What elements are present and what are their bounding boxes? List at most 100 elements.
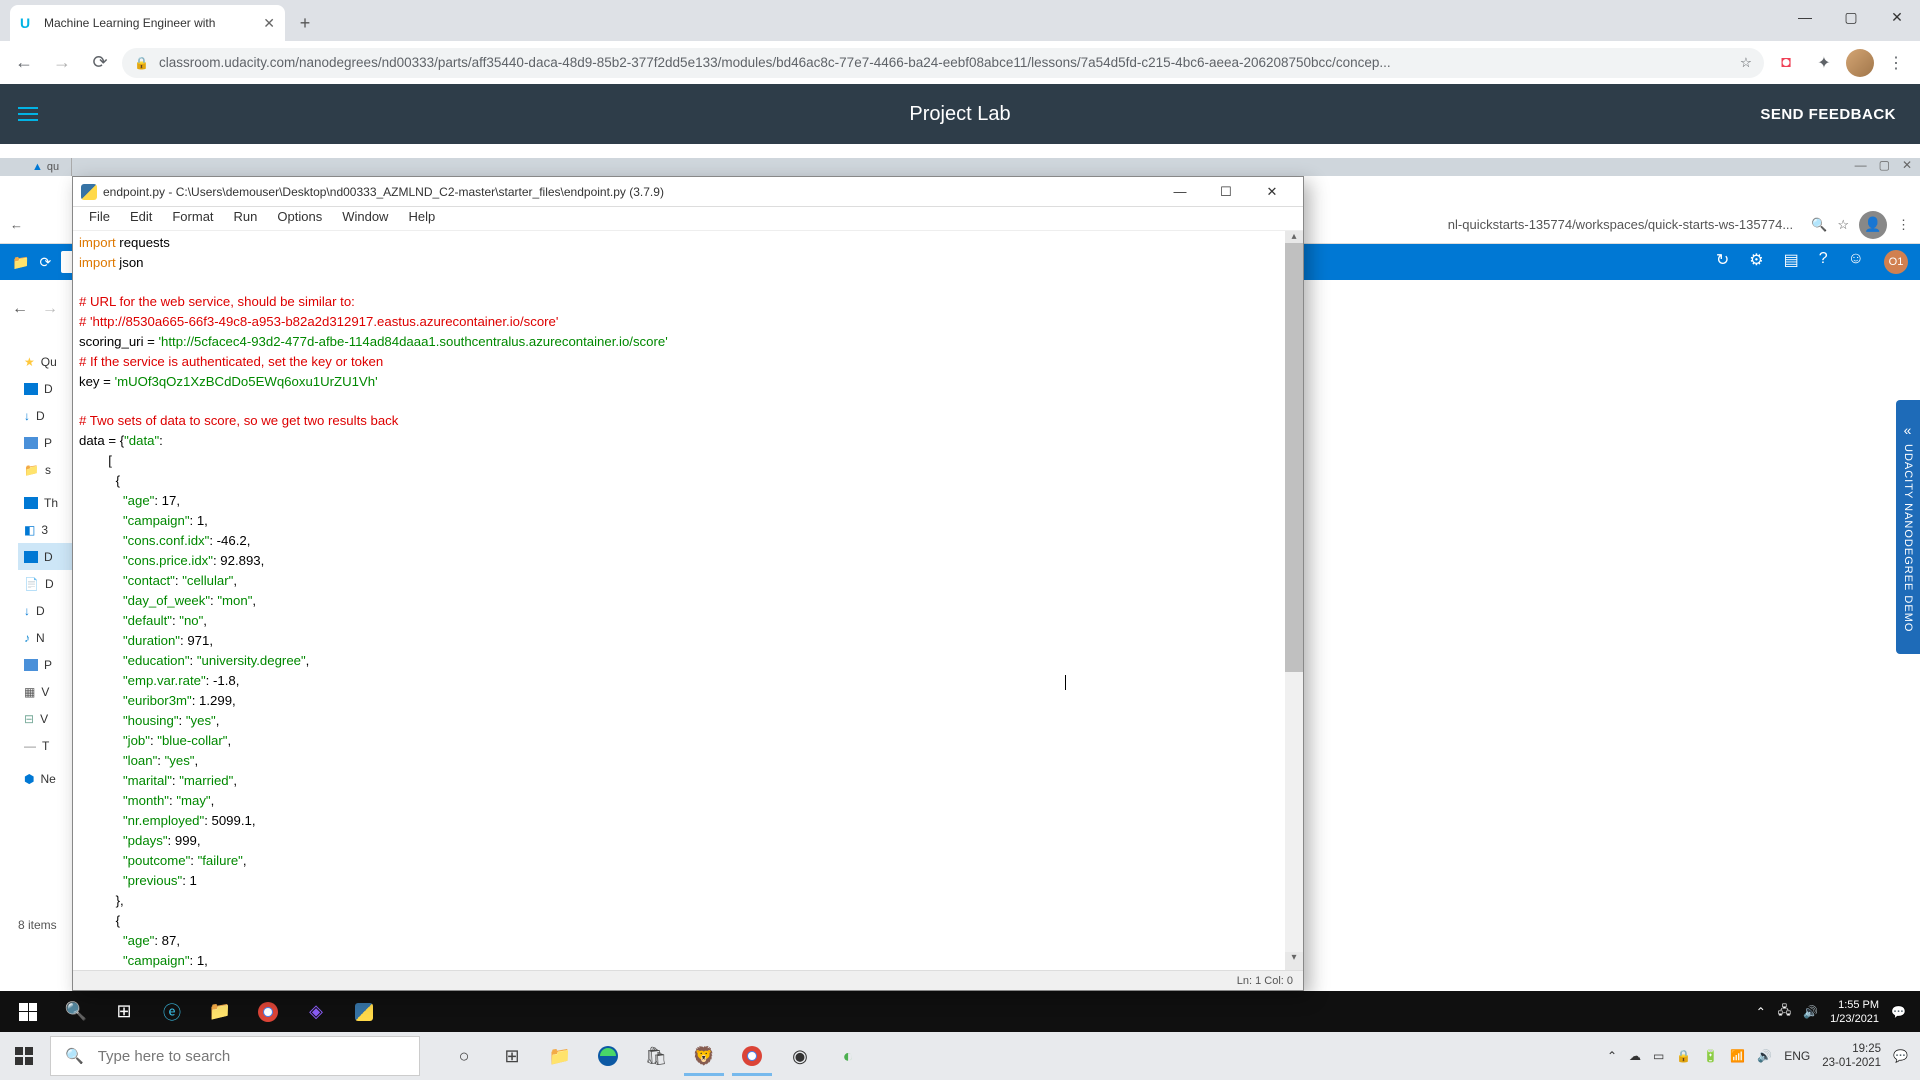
chrome-taskbar-icon[interactable] [728, 1036, 776, 1076]
tree-item[interactable]: —T [24, 732, 74, 759]
back-button[interactable]: ← [8, 47, 40, 79]
tray-volume-icon[interactable]: 🔊 [1803, 1005, 1818, 1019]
edge-icon[interactable] [584, 1036, 632, 1076]
explorer-forward-button[interactable]: → [42, 300, 58, 318]
store-icon[interactable]: 🛍 [632, 1036, 680, 1076]
tray-notifications-icon[interactable]: 💬 [1891, 1005, 1906, 1019]
menu-file[interactable]: File [79, 207, 120, 230]
tray-notifications-icon[interactable]: 💬 [1893, 1049, 1908, 1063]
inner-minimize-button[interactable]: — [1855, 158, 1867, 172]
tray-security-icon[interactable]: 🔒 [1676, 1049, 1691, 1063]
explorer-icon[interactable]: 📁 [196, 992, 244, 1032]
tree-item[interactable]: 📄D [24, 570, 74, 597]
inner-profile-avatar[interactable]: 👤 [1859, 211, 1887, 239]
vm-clock[interactable]: 1:55 PM1/23/2021 [1830, 998, 1879, 1026]
host-start-button[interactable] [0, 1032, 48, 1080]
send-feedback-button[interactable]: SEND FEEDBACK [1760, 106, 1896, 123]
tray-battery-icon[interactable]: 🔋 [1703, 1049, 1718, 1063]
idle-maximize-button[interactable]: ☐ [1203, 178, 1249, 206]
close-button[interactable]: ✕ [1874, 0, 1920, 34]
github-icon[interactable]: ◉ [776, 1036, 824, 1076]
star-icon[interactable]: ☆ [1740, 55, 1752, 71]
notebook-icon[interactable]: ▤ [1784, 250, 1799, 274]
idle-minimize-button[interactable]: — [1157, 178, 1203, 206]
menu-window[interactable]: Window [332, 207, 398, 230]
tree-item[interactable]: P [24, 651, 74, 678]
udacity-demo-side-tab[interactable]: UDACITY NANODEGREE DEMO [1896, 400, 1920, 654]
idle-titlebar[interactable]: endpoint.py - C:\Users\demouser\Desktop\… [73, 177, 1303, 207]
tree-item[interactable]: Th [24, 489, 74, 516]
menu-help[interactable]: Help [398, 207, 445, 230]
forward-button[interactable]: → [46, 47, 78, 79]
chrome-icon[interactable] [244, 992, 292, 1032]
tray-onedrive-icon[interactable]: ☁ [1629, 1049, 1641, 1063]
inner-search-icon[interactable]: 🔍 [1811, 217, 1827, 233]
tray-network-icon[interactable]: 🖧 [1778, 1001, 1791, 1022]
inner-menu-icon[interactable]: ⋮ [1897, 217, 1910, 233]
brave-icon[interactable]: 🦁 [680, 1036, 728, 1076]
taskview-icon[interactable]: ⊞ [488, 1036, 536, 1076]
vm-search-button[interactable]: 🔍 [52, 992, 100, 1032]
tree-item[interactable]: ↓D [24, 402, 74, 429]
maximize-button[interactable]: ▢ [1828, 0, 1874, 34]
cortana-icon[interactable]: ○ [440, 1036, 488, 1076]
tray-wifi-icon[interactable]: 📶 [1730, 1049, 1745, 1063]
python-idle-icon[interactable] [340, 992, 388, 1032]
idle-close-button[interactable]: ✕ [1249, 178, 1295, 206]
idle-code-area[interactable]: import requests import json # URL for th… [73, 231, 1303, 970]
refresh-icon[interactable]: ⟳ [39, 254, 51, 271]
inner-star-icon[interactable]: ☆ [1837, 217, 1849, 233]
azure-user-badge[interactable]: O1 [1884, 250, 1908, 274]
tray-chevron-icon[interactable]: ⌃ [1756, 1005, 1766, 1019]
scroll-down-arrow-icon[interactable]: ▾ [1285, 952, 1303, 970]
profile-avatar[interactable] [1846, 49, 1874, 77]
tray-meet-icon[interactable]: ▭ [1653, 1049, 1664, 1063]
tree-item[interactable]: D [24, 375, 74, 402]
tree-item[interactable]: ★Qu [24, 348, 74, 375]
host-search-box[interactable]: 🔍 Type here to search [50, 1036, 420, 1076]
address-bar[interactable]: 🔒 classroom.udacity.com/nanodegrees/nd00… [122, 48, 1764, 78]
ie-icon[interactable]: ⓔ [148, 992, 196, 1032]
inner-tab[interactable]: ▲qu [20, 158, 72, 176]
explorer-back-button[interactable]: ← [12, 300, 28, 318]
new-tab-button[interactable]: + [291, 9, 319, 37]
vscode-icon[interactable]: ◈ [292, 992, 340, 1032]
explorer-taskbar-icon[interactable]: 📁 [536, 1036, 584, 1076]
tray-volume-icon[interactable]: 🔊 [1757, 1049, 1772, 1063]
inner-back-button[interactable]: ← [10, 217, 23, 232]
history-icon[interactable]: ↻ [1716, 250, 1729, 274]
inner-close-button[interactable]: ✕ [1902, 158, 1912, 172]
hamburger-menu-icon[interactable] [18, 96, 54, 132]
menu-format[interactable]: Format [162, 207, 223, 230]
pocket-extension-icon[interactable]: ◘ [1770, 47, 1802, 79]
loading-app-icon[interactable]: ◐ [824, 1036, 872, 1076]
chrome-menu-icon[interactable]: ⋮ [1880, 47, 1912, 79]
menu-options[interactable]: Options [267, 207, 332, 230]
vm-start-button[interactable] [4, 992, 52, 1032]
tree-item[interactable]: ▦V [24, 678, 74, 705]
tree-item[interactable]: ◧3 [24, 516, 74, 543]
settings-gear-icon[interactable]: ⚙ [1749, 250, 1763, 274]
close-tab-icon[interactable]: ✕ [263, 15, 275, 32]
menu-edit[interactable]: Edit [120, 207, 162, 230]
reload-button[interactable]: ⟳ [84, 47, 116, 79]
help-icon[interactable]: ? [1819, 250, 1828, 274]
tree-item-selected[interactable]: D [18, 543, 74, 570]
tray-language[interactable]: ENG [1784, 1049, 1810, 1063]
tray-chevron-icon[interactable]: ⌃ [1607, 1049, 1617, 1063]
minimize-button[interactable]: — [1782, 0, 1828, 34]
menu-run[interactable]: Run [224, 207, 268, 230]
scroll-thumb[interactable] [1285, 243, 1303, 672]
tree-item[interactable]: ♪N [24, 624, 74, 651]
tree-item[interactable]: ⊟V [24, 705, 74, 732]
inner-maximize-button[interactable]: ▢ [1879, 158, 1890, 172]
smile-icon[interactable]: ☺ [1848, 250, 1864, 274]
tree-item[interactable]: ↓D [24, 597, 74, 624]
tree-item[interactable]: ⬢Ne [24, 765, 74, 792]
tree-item[interactable]: 📁s [24, 456, 74, 483]
tree-item[interactable]: P [24, 429, 74, 456]
host-clock[interactable]: 19:2523-01-2021 [1822, 1042, 1881, 1070]
extensions-icon[interactable]: ✦ [1808, 47, 1840, 79]
idle-scrollbar[interactable]: ▴ ▾ [1285, 231, 1303, 970]
chrome-tab-active[interactable]: U Machine Learning Engineer with ✕ [10, 5, 285, 41]
